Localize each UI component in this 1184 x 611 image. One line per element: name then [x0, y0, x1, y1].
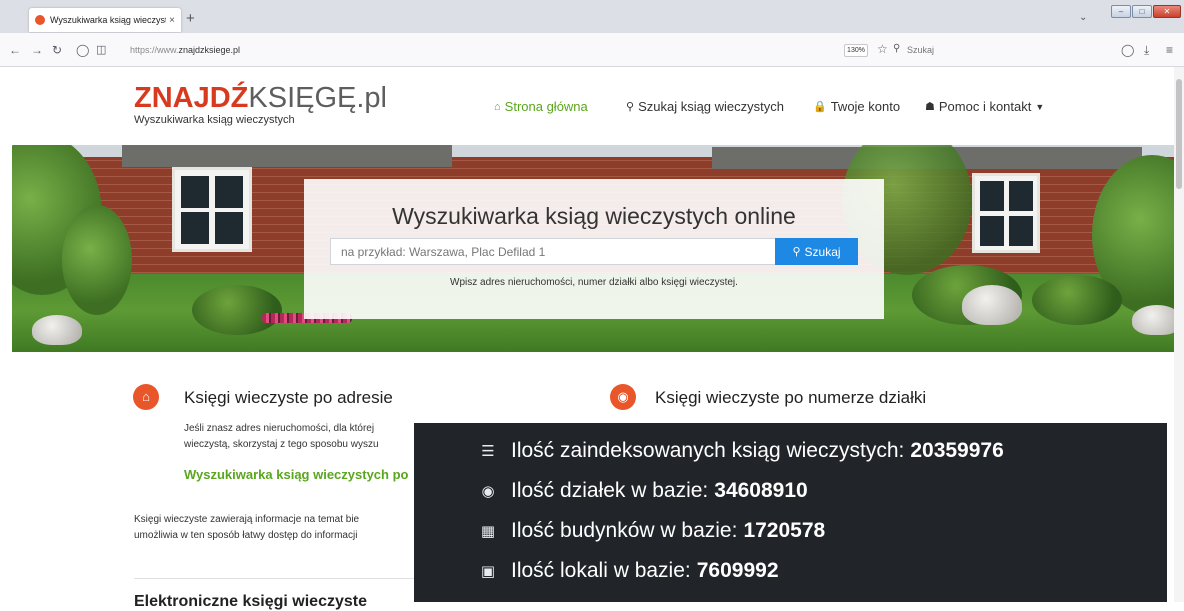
pocket-icon[interactable]: ◯	[1121, 43, 1134, 57]
search-hint: Wpisz adres nieruchomości, numer działki…	[450, 277, 738, 288]
stat-label: Ilość lokali w bazie:	[511, 559, 691, 582]
stat-label: Ilość zaindeksowanych ksiąg wieczystych:	[511, 439, 905, 462]
nav-home[interactable]: ⌂ Strona główna	[494, 99, 588, 114]
back-arrow-icon[interactable]: ←	[9, 43, 21, 57]
section-divider	[134, 578, 414, 579]
menu-hamburger-icon[interactable]: ≡	[1166, 43, 1173, 57]
database-icon: ☰	[481, 443, 495, 460]
nav-help-label: Pomoc i kontakt	[938, 99, 1032, 114]
site-tagline: Wyszukiwarka ksiąg wieczystych	[134, 114, 295, 126]
hero-window	[972, 173, 1040, 253]
hero-tree	[62, 205, 132, 315]
stat-value: 7609992	[696, 559, 779, 582]
forward-arrow-icon[interactable]: →	[31, 43, 43, 57]
stat-label: Ilość budynków w bazie:	[511, 519, 738, 542]
hero-title: Wyszukiwarka ksiąg wieczystych online	[392, 203, 796, 229]
nav-account-label: Twoje konto	[830, 99, 901, 114]
map-marker-icon: ◉	[481, 483, 495, 500]
list-tabs-chevron-icon[interactable]: ⌄	[1079, 12, 1087, 23]
zoom-level-badge[interactable]: 130%	[844, 44, 868, 57]
address-search-input[interactable]	[330, 238, 776, 265]
help-home-icon: ☗	[925, 101, 935, 113]
stat-value: 34608910	[714, 479, 808, 502]
info-text-line2: umożliwia w ten sposób łatwy dostęp do i…	[134, 530, 358, 541]
address-search-link[interactable]: Wyszukiwarka ksiąg wieczystych po	[184, 467, 408, 482]
tab-close-icon[interactable]: ×	[169, 15, 175, 26]
nav-home-label: Strona główna	[504, 99, 588, 114]
stat-label: Ilość działek w bazie:	[511, 479, 709, 502]
search-panel: Wyszukiwarka ksiąg wieczystych online ⚲S…	[304, 179, 884, 319]
nav-search-books[interactable]: ⚲ Szukaj ksiąg wieczystych	[626, 99, 784, 114]
search-icon: ⚲	[792, 246, 801, 258]
minimize-button[interactable]: –	[1111, 5, 1131, 18]
nav-account[interactable]: 🔒 Twoje konto	[813, 99, 900, 114]
home-icon: ⌂	[494, 100, 501, 113]
search-bar-icon: ⚲	[893, 43, 901, 54]
hero-roof	[122, 145, 452, 167]
stat-row-books: ☰ Ilość zaindeksowanych ksiąg wieczystych…	[477, 439, 1004, 463]
reload-icon[interactable]: ↻	[52, 43, 62, 57]
hero-rock	[32, 315, 82, 345]
next-section-heading: Elektroniczne księgi wieczyste	[134, 593, 367, 610]
url-text[interactable]: https://www.znajdzksiege.pl	[130, 45, 240, 55]
search-icon: ⚲	[626, 101, 635, 113]
section-address-text-line2: wieczystą, skorzystaj z tego sposobu wys…	[184, 439, 379, 450]
search-button[interactable]: ⚲ Szukaj	[775, 238, 858, 265]
caret-down-icon: ▼	[1035, 101, 1045, 112]
nav-help-dropdown[interactable]: ☗ Pomoc i kontakt ▼	[925, 99, 1044, 114]
maximize-button[interactable]: □	[1132, 5, 1152, 18]
logo-red-part: ZNAJDŹ	[134, 82, 249, 114]
logo-gray-part: KSIĘGĘ.pl	[248, 82, 388, 114]
nav-search-label: Szukaj ksiąg wieczystych	[638, 99, 785, 114]
hero-rock	[962, 285, 1022, 325]
url-domain: znajdzksiege.pl	[178, 45, 241, 55]
home-circle-icon: ⌂	[133, 384, 159, 410]
lock-icon: 🔒	[813, 101, 827, 113]
hero-window	[172, 167, 252, 252]
close-window-button[interactable]: ✕	[1153, 5, 1181, 18]
stat-row-units: ▣ Ilość lokali w bazie: 7609992	[477, 559, 779, 583]
stat-value: 1720578	[743, 519, 826, 542]
info-text-line1: Księgi wieczyste zawierają informacje na…	[134, 514, 360, 525]
browser-tab[interactable]: Wyszukiwarka ksiąg wieczystych ×	[29, 8, 181, 32]
tracking-shield-icon[interactable]: ◯	[76, 43, 89, 57]
url-prefix: https://www.	[130, 45, 179, 55]
stat-value: 20359976	[910, 439, 1004, 462]
search-button-label: Szukaj	[804, 244, 841, 259]
building-icon: ▦	[480, 523, 496, 540]
hero-rock	[1132, 305, 1175, 335]
bookmark-star-icon[interactable]: ☆	[877, 42, 888, 56]
hero-bush	[1032, 275, 1122, 325]
hero-bush	[192, 285, 282, 335]
browser-search-field[interactable]: Szukaj	[907, 45, 934, 55]
site-logo[interactable]: ZNAJDŹKSIĘGĘ.pl	[134, 83, 387, 113]
browser-tab-bar: Wyszukiwarka ksiąg wieczystych × + ⌄ – □…	[0, 0, 1184, 33]
site-favicon-icon	[35, 15, 45, 25]
new-tab-button[interactable]: +	[186, 10, 195, 27]
scrollbar-thumb[interactable]	[1176, 79, 1182, 189]
section-title-address: Księgi wieczyste po adresie	[184, 388, 393, 407]
mailbox-icon: ▣	[480, 563, 496, 580]
map-marker-circle-icon: ◉	[610, 384, 636, 410]
window-controls: – □ ✕	[1111, 5, 1181, 18]
downloads-icon[interactable]: ⤓	[1144, 43, 1149, 58]
stat-row-buildings: ▦ Ilość budynków w bazie: 1720578	[477, 519, 825, 543]
stat-row-parcels: ◉ Ilość działek w bazie: 34608910	[477, 479, 808, 503]
section-title-parcel: Księgi wieczyste po numerze działki	[655, 388, 927, 407]
section-address-text-line1: Jeśli znasz adres nieruchomości, dla któ…	[184, 423, 375, 434]
stats-panel: ☰ Ilość zaindeksowanych ksiąg wieczystych…	[414, 423, 1167, 602]
tab-title: Wyszukiwarka ksiąg wieczystych	[50, 15, 166, 25]
page-scrollbar[interactable]	[1174, 67, 1184, 602]
browser-toolbar: ← → ↻ ◯ ◫ https://www.znajdzksiege.pl 13…	[0, 33, 1184, 67]
